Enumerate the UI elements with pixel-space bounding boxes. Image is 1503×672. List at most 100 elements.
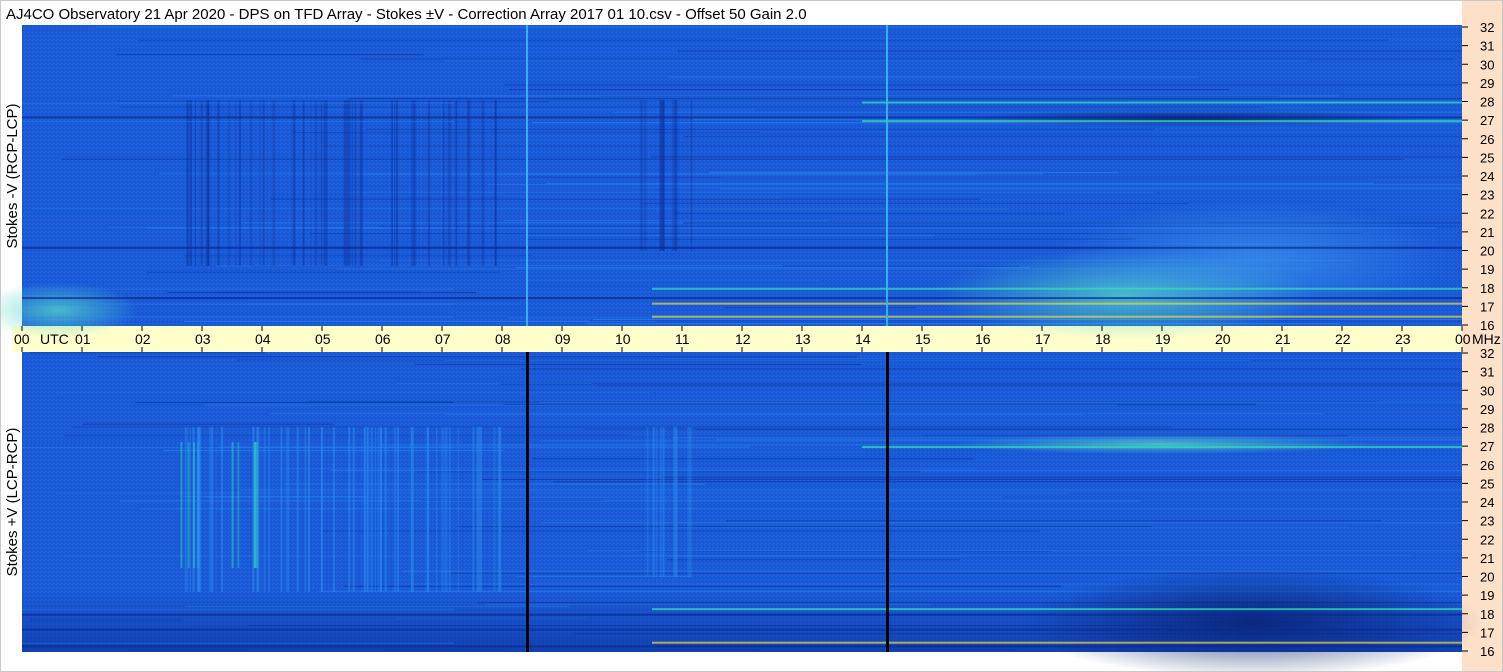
- rfi-streak: [516, 575, 692, 577]
- rfi-streak: [270, 198, 981, 200]
- rfi-streak: [677, 50, 1462, 52]
- burst-stripe: [391, 100, 393, 266]
- time-tick-label: 14: [855, 331, 871, 347]
- time-tick-label: 23: [1395, 331, 1411, 347]
- burst-stripe: [304, 427, 307, 592]
- freq-tick-label: 21: [1480, 551, 1494, 566]
- time-tick-label: 22: [1335, 331, 1351, 347]
- rfi-streak: [72, 426, 1172, 428]
- time-tick-label: 20: [1215, 331, 1231, 347]
- freq-tick-label: 18: [1480, 281, 1494, 296]
- rfi-streak: [444, 60, 1308, 62]
- burst-stripe: [442, 100, 445, 266]
- burst-stripe: [397, 427, 400, 592]
- freq-tick-label: 20: [1480, 244, 1494, 259]
- rfi-streak: [184, 255, 534, 257]
- time-tick-label: 05: [315, 331, 331, 347]
- burst-stripe-bright: [237, 442, 240, 568]
- rfi-streak: [528, 234, 935, 236]
- burst-stripe: [455, 100, 458, 266]
- freq-tick-label: 32: [1480, 20, 1494, 35]
- burst-stripe: [384, 427, 387, 592]
- burst-stripe-bright: [253, 442, 256, 568]
- rfi-streak: [667, 559, 961, 561]
- burst-stripe-bright: [187, 442, 190, 568]
- burst-stripe: [659, 427, 662, 577]
- burst-stripe: [325, 100, 328, 266]
- burst-stripe: [395, 100, 398, 266]
- rfi-streak: [596, 385, 1462, 387]
- time-tick-label: 00: [14, 331, 30, 347]
- chart-title: AJ4CO Observatory 21 Apr 2020 - DPS on T…: [6, 6, 807, 23]
- freq-tick-label: 32: [1480, 346, 1494, 361]
- time-unit-label: UTC: [40, 331, 69, 347]
- burst-stripe: [280, 427, 283, 592]
- burst-stripe: [413, 100, 416, 266]
- noise-storm-glow: [952, 434, 1372, 455]
- burst-stripe: [211, 427, 214, 592]
- burst-stripe: [205, 100, 208, 266]
- burst-stripe: [655, 427, 658, 577]
- bright-band: [22, 288, 454, 290]
- burst-stripe: [415, 100, 417, 266]
- burst-stripe: [359, 100, 363, 266]
- rfi-streak: [487, 184, 1463, 186]
- bright-band: [652, 641, 1462, 644]
- bright-band: [862, 101, 1462, 104]
- burst-stripe: [351, 100, 353, 266]
- time-tick-label: 15: [915, 331, 931, 347]
- burst-stripe: [687, 427, 690, 577]
- rfi-streak: [323, 145, 1463, 147]
- rfi-streak: [108, 227, 456, 229]
- burst-stripe: [249, 100, 253, 266]
- time-tick-label: 01: [75, 331, 91, 347]
- rfi-streak: [735, 38, 1462, 40]
- bright-band: [22, 316, 454, 318]
- noise-storm-glow: [1052, 199, 1452, 320]
- burst-stripe: [286, 427, 290, 592]
- rfi-streak: [116, 54, 424, 56]
- rfi-streak: [360, 58, 1455, 60]
- burst-stripe-bright: [231, 442, 234, 568]
- burst-stripe: [410, 427, 414, 592]
- burst-stripe: [493, 427, 496, 592]
- vertical-marker-line: [886, 352, 889, 652]
- burst-stripe: [457, 427, 459, 592]
- bright-band: [22, 303, 454, 305]
- freq-tick-label: 25: [1480, 476, 1494, 491]
- spectrogram-panel-top: [0, 25, 1463, 341]
- burst-stripe: [320, 427, 323, 592]
- time-tick-label: 00: [1455, 331, 1471, 347]
- rfi-streak: [726, 520, 1382, 522]
- burst-stripe: [238, 100, 241, 266]
- rfi-streak: [184, 321, 656, 323]
- rfi-streak: [663, 358, 1462, 360]
- rfi-streak: [601, 95, 1279, 97]
- burst-stripe: [228, 100, 230, 266]
- burst-stripe: [393, 100, 395, 266]
- time-tick-label: 18: [1095, 331, 1111, 347]
- rfi-streak: [683, 135, 1462, 137]
- time-tick-label: 06: [375, 331, 391, 347]
- rfi-streak: [527, 238, 1136, 240]
- rfi-streak: [279, 468, 977, 470]
- burst-stripe: [644, 100, 647, 251]
- rfi-streak: [444, 413, 1084, 415]
- burst-stripe: [366, 427, 369, 592]
- time-tick-label: 21: [1275, 331, 1291, 347]
- freq-tick-label: 28: [1480, 95, 1494, 110]
- rfi-streak: [215, 265, 783, 267]
- rfi-streak: [119, 500, 1141, 502]
- dark-band: [22, 628, 1462, 631]
- burst-stripe: [259, 100, 261, 266]
- burst-stripe: [652, 427, 655, 577]
- burst-stripe: [447, 100, 451, 266]
- freq-tick-label: 30: [1480, 383, 1494, 398]
- burst-stripe: [194, 100, 196, 266]
- burst-stripe: [263, 427, 266, 592]
- dark-band: [22, 246, 1462, 249]
- freq-tick-label: 29: [1480, 76, 1494, 91]
- dark-band: [22, 645, 1462, 648]
- spectrogram-panel-bottom: [22, 352, 1482, 672]
- burst-stripe: [380, 427, 383, 592]
